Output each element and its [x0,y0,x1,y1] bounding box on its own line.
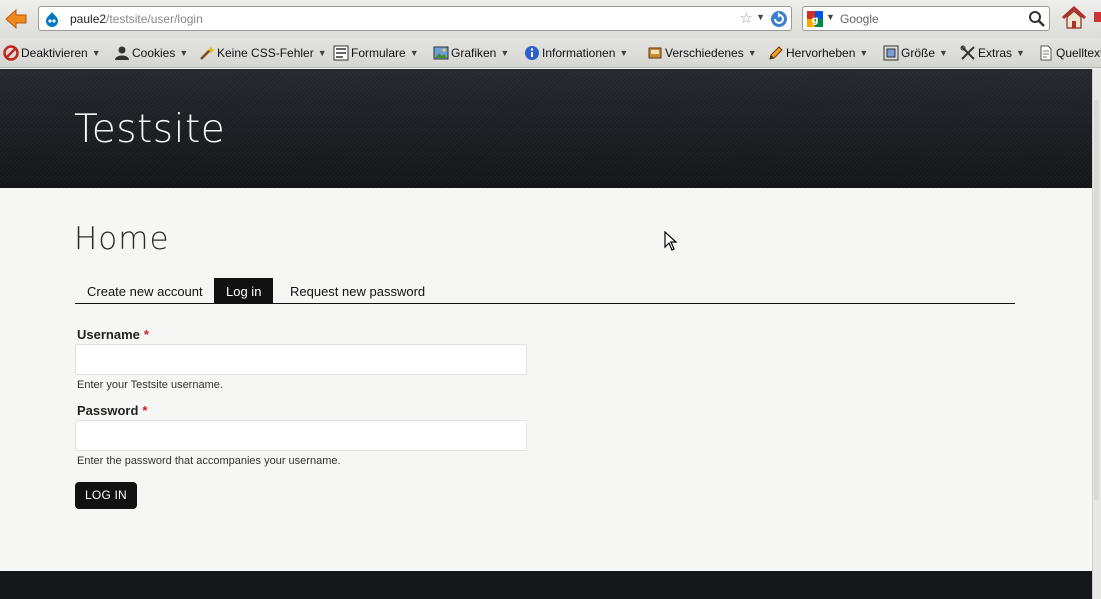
tab-create-new-account[interactable]: Create new account [75,278,215,303]
site-footer [0,571,1092,599]
url-path: /testsite/user/login [106,12,203,26]
bookmark-star-icon[interactable]: ☆ [740,9,753,27]
search-icon[interactable] [1028,10,1046,28]
dropdown-arrow-icon: ▼ [500,48,510,58]
toolbar-item-verschiedenes[interactable]: Verschiedenes ▼ [647,45,757,61]
toolbar-label: Hervorheben [786,46,856,60]
source-icon [1040,45,1052,61]
toolbar-item-formulare[interactable]: Formulare ▼ [333,45,419,61]
dropdown-arrow-icon: ▼ [619,48,629,58]
dropdown-arrow-icon: ▼ [179,48,189,58]
image-icon [433,46,449,60]
toolbar-item-groesse[interactable]: Größe ▼ [883,45,948,61]
scrollbar-thumb[interactable] [1094,100,1099,500]
required-marker: * [142,403,148,418]
toolbar-item-informationen[interactable]: Informationen ▼ [524,45,628,61]
site-name[interactable]: Testsite [74,107,225,152]
toolbar-item-quelltext[interactable]: Quelltext [1038,45,1101,61]
username-help: Enter your Testsite username. [77,379,223,391]
toolbar-label: Grafiken [451,46,497,60]
user-icon [115,46,129,60]
dropdown-arrow-icon: ▼ [409,48,419,58]
web-developer-toolbar: Deaktivieren ▼ Cookies ▼ Keine CSS-Fehler ▼… [0,38,1101,68]
drupal-favicon-icon [46,12,58,27]
site-header: Testsite [0,69,1092,188]
toolbar-label: Quelltext [1056,46,1101,60]
navigation-bar: paule2/testsite/user/login ☆ ▼ g ▼ Googl… [0,0,1101,38]
log-in-button[interactable]: LOG IN [75,482,137,509]
toolbar-label: Deaktivieren [21,46,88,60]
toolbar-label: Formulare [351,46,406,60]
forbidden-icon [3,45,19,61]
info-icon [525,46,539,60]
toolbar-label: Verschiedenes [665,46,744,60]
search-engine-name: Google [840,12,879,26]
tab-request-new-password[interactable]: Request new password [278,278,437,303]
dropdown-arrow-icon: ▼ [939,48,948,58]
google-icon[interactable]: g [807,11,823,27]
dropdown-arrow-icon: ▼ [1016,48,1025,58]
toolbar-item-extras[interactable]: Extras ▼ [960,45,1025,61]
username-input[interactable] [75,344,527,375]
back-arrow-icon[interactable] [3,6,29,32]
toolbar-label: Informationen [542,46,616,60]
reload-icon[interactable] [770,10,788,28]
home-icon[interactable] [1060,4,1088,32]
password-input[interactable] [75,420,527,451]
svg-text:g: g [811,15,818,26]
toolbar-item-css[interactable]: Keine CSS-Fehler ▼ [199,45,327,61]
misc-icon [648,47,662,59]
dropdown-arrow-icon: ▼ [859,48,869,58]
required-marker: * [143,327,149,342]
toolbar-label: Größe [901,46,936,60]
tools-icon [960,45,975,60]
main-content: Home Create new account Log in Request n… [0,188,1092,571]
overflow-button[interactable] [1094,12,1101,22]
tab-log-in[interactable]: Log in [214,278,274,303]
tab-bar: Create new account Log in Request new pa… [75,278,1015,304]
dropdown-arrow-icon: ▼ [91,48,101,58]
url-text: paule2/testsite/user/login [70,12,203,26]
toolbar-label: Keine CSS-Fehler [217,46,314,60]
engine-dropdown-icon[interactable]: ▼ [826,12,835,22]
url-host: paule2 [70,12,107,26]
toolbar-item-grafiken[interactable]: Grafiken ▼ [433,45,509,61]
pencil-icon [769,46,783,60]
username-label-text: Username [77,327,140,342]
wand-icon [200,46,215,60]
password-label-text: Password [77,403,139,418]
toolbar-item-hervorheben[interactable]: Hervorheben ▼ [768,45,868,61]
password-help: Enter the password that accompanies your… [77,455,341,467]
dropdown-arrow-icon: ▼ [747,48,757,58]
password-label: Password * [77,403,147,418]
toolbar-item-cookies[interactable]: Cookies ▼ [114,45,188,61]
username-label: Username * [77,327,149,342]
toolbar-item-deaktivieren[interactable]: Deaktivieren ▼ [3,45,101,61]
toolbar-label: Extras [978,46,1013,60]
page-title: Home [74,221,170,257]
url-bar[interactable]: paule2/testsite/user/login ☆ ▼ [38,6,792,31]
search-bar[interactable]: g ▼ Google [802,6,1050,31]
mouse-cursor-icon [664,231,678,251]
toolbar-label: Cookies [132,46,176,60]
dropdown-arrow-icon: ▼ [317,48,327,58]
form-icon [333,45,349,61]
history-dropdown-icon[interactable]: ▼ [756,12,765,22]
resize-icon [883,45,899,61]
